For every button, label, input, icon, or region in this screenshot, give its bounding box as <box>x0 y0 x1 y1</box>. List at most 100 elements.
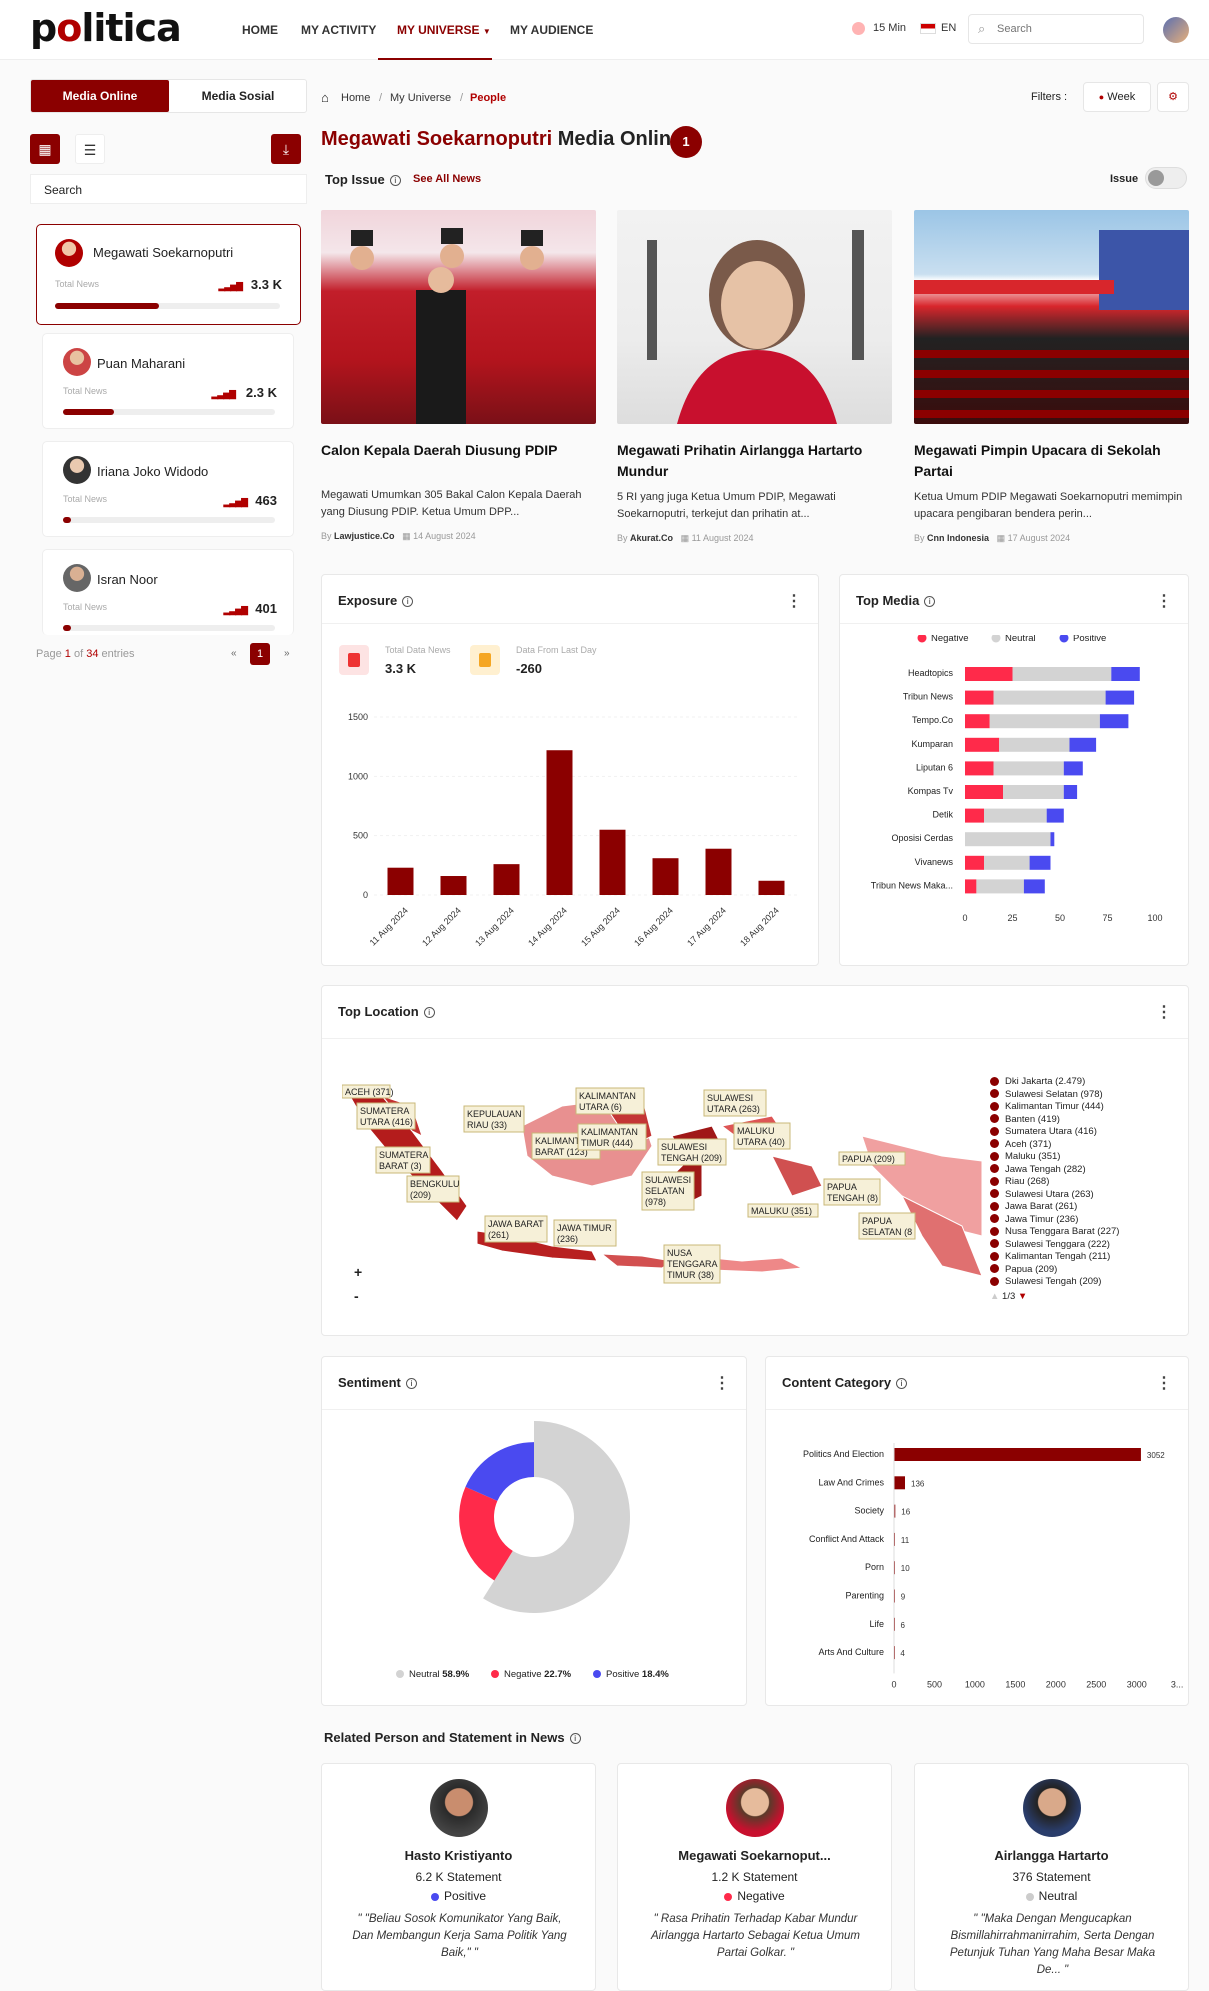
news-title[interactable]: Megawati Pimpin Upacara di Sekolah Parta… <box>914 440 1189 482</box>
bar-segment <box>965 737 1000 752</box>
breadcrumb-home[interactable]: Home <box>341 92 370 104</box>
calendar-icon: ▦ <box>402 531 411 541</box>
legend-label: Neutral <box>1005 635 1036 644</box>
info-icon: i <box>389 175 401 187</box>
legend-pager[interactable]: ▲ 1/3 ▼ <box>990 1291 1027 1302</box>
more-menu-icon[interactable]: ⋮ <box>1156 1002 1172 1022</box>
person-card-megawati[interactable]: Megawati Soekarnoputri Total News ▂▃▅▇ 3… <box>36 224 301 325</box>
more-menu-icon[interactable]: ⋮ <box>714 1373 730 1393</box>
tab-media-sosial[interactable]: Media Sosial <box>169 80 307 112</box>
page-title: Megawati Soekarnoputri Media Online <box>321 128 682 151</box>
content-category-title: Content Category <box>782 1375 892 1390</box>
filter-settings-button[interactable]: ⚙ <box>1157 82 1189 112</box>
issue-toggle-label: Issue <box>1110 173 1139 185</box>
legend-next-icon[interactable]: ▼ <box>1018 1291 1027 1302</box>
sentiment-dot <box>724 1892 733 1901</box>
tab-media-online[interactable]: Media Online <box>31 80 169 112</box>
pager-page-1[interactable]: 1 <box>250 643 270 665</box>
bar-segment <box>1111 667 1140 681</box>
pager-prev-button[interactable]: « <box>231 648 237 659</box>
map-label: JAWA TIMUR <box>557 1223 612 1233</box>
x-tick-label: 14 Aug 2024 <box>526 905 569 948</box>
news-source[interactable]: Akurat.Co <box>630 533 673 543</box>
legend-dot <box>991 635 1001 643</box>
person-card-iriana[interactable]: Iriana Joko Widodo Total News ▂▃▅▇ 463 <box>42 441 294 537</box>
user-avatar[interactable] <box>1163 17 1189 43</box>
nav-my-universe[interactable]: MY UNIVERSE ▼ <box>397 23 491 37</box>
related-sentiment: Negative <box>618 1889 891 1903</box>
more-menu-icon[interactable]: ⋮ <box>1156 1373 1172 1393</box>
legend-text: Nusa Tenggara Barat (227) <box>1005 1226 1120 1237</box>
legend-dot <box>990 1189 999 1199</box>
legend-text: Papua (209) <box>1005 1263 1058 1275</box>
legend-text: Banten (419) <box>1005 1113 1060 1125</box>
legend-dot <box>491 1670 499 1679</box>
legend-item: Kalimantan Tengah (211) <box>990 1251 1140 1264</box>
zoom-in-button[interactable]: + <box>354 1264 362 1280</box>
nav-home[interactable]: HOME <box>242 23 278 37</box>
data-label: 9 <box>901 1593 906 1602</box>
indonesia-map[interactable]: ACEH (371) SUMATERAUTARA (416) SUMATERAB… <box>342 1046 982 1326</box>
related-title: Related Person and Statement in News <box>324 1730 565 1745</box>
legend-dot <box>990 1239 999 1249</box>
related-person-card[interactable]: Airlangga Hartarto 376 Statement Neutral… <box>914 1763 1189 1991</box>
news-title[interactable]: Megawati Prihatin Airlangga Hartarto Mun… <box>617 440 892 482</box>
map-label: SULAWESI <box>661 1142 707 1152</box>
pager-next-button[interactable]: » <box>284 648 290 659</box>
news-title[interactable]: Calon Kepala Daerah Diusung PDIP <box>321 440 596 461</box>
logo[interactable]: politica <box>30 6 182 50</box>
bar <box>652 858 679 895</box>
legend-dot <box>1059 635 1069 643</box>
news-image[interactable] <box>321 210 596 424</box>
x-tick-label: 1500 <box>1005 1679 1025 1689</box>
news-source[interactable]: Cnn Indonesia <box>927 533 989 543</box>
related-person-card[interactable]: Hasto Kristiyanto 6.2 K Statement Positi… <box>321 1763 596 1991</box>
legend-dot <box>990 1264 999 1274</box>
info-icon: i <box>896 1378 908 1390</box>
person-card-puan[interactable]: Puan Maharani Total News ▂▃▅▇ 2.3 K <box>42 333 294 429</box>
more-menu-icon[interactable]: ⋮ <box>1156 591 1172 611</box>
sentiment-panel: Sentiment i ⋮ Neutral 58.9% Negative 22.7… <box>321 1356 747 1706</box>
legend-prev-icon[interactable]: ▲ <box>990 1291 999 1302</box>
panel-title: Top Location i <box>338 1004 435 1019</box>
related-name: Megawati Soekarnoput... <box>678 1848 831 1863</box>
bar-segment <box>984 808 1047 823</box>
download-button[interactable]: ⤓ <box>271 134 301 164</box>
sidebar-search[interactable]: Search <box>30 174 307 204</box>
map-label: (236) <box>557 1234 578 1244</box>
related-person-card[interactable]: Megawati Soekarnoput... 1.2 K Statement … <box>617 1763 892 1991</box>
person-card-isran[interactable]: Isran Noor Total News ▂▃▅▇ 401 <box>42 549 294 635</box>
legend-dot <box>990 1226 999 1236</box>
news-image[interactable] <box>914 210 1189 424</box>
zoom-out-button[interactable]: - <box>354 1288 359 1304</box>
see-all-news-link[interactable]: See All News <box>413 173 481 185</box>
map-label: MALUKU (351) <box>751 1206 812 1216</box>
nav-my-activity[interactable]: MY ACTIVITY <box>301 23 376 37</box>
legend-item: Papua (209) <box>990 1264 1140 1277</box>
map-label: TIMUR (444) <box>581 1138 633 1148</box>
bar-segment <box>989 714 1100 729</box>
more-menu-icon[interactable]: ⋮ <box>786 591 802 611</box>
map-label: (209) <box>410 1190 431 1200</box>
refresh-interval[interactable]: 15 Min <box>873 22 906 34</box>
legend-dot <box>990 1201 999 1211</box>
x-tick-label: 0 <box>891 1679 896 1689</box>
news-date: 11 August 2024 <box>691 533 754 543</box>
list-view-button[interactable]: ☰ <box>75 134 105 164</box>
x-tick-label: 500 <box>927 1679 942 1689</box>
signal-icon: ▂▃▅▇ <box>223 497 248 507</box>
related-statement-count: 376 Statement <box>1012 1870 1091 1884</box>
issue-toggle[interactable] <box>1145 167 1187 189</box>
person-metric-label: Total News <box>63 602 108 612</box>
breadcrumb-my-universe[interactable]: My Universe <box>390 92 451 104</box>
language-selector[interactable]: EN <box>941 22 956 34</box>
nav-my-audience[interactable]: MY AUDIENCE <box>510 23 593 37</box>
news-image[interactable] <box>617 210 892 424</box>
top-media-panel: Top Media i ⋮ Negative Neutral Positive Head… <box>839 574 1189 966</box>
bar-segment <box>999 737 1070 752</box>
news-source[interactable]: Lawjustice.Co <box>334 531 395 541</box>
map-label: TENGAH (8) <box>827 1193 878 1203</box>
search-input[interactable] <box>997 23 1137 35</box>
grid-view-button[interactable]: ▦ <box>30 134 60 164</box>
period-filter[interactable]: ● Week <box>1083 82 1151 112</box>
